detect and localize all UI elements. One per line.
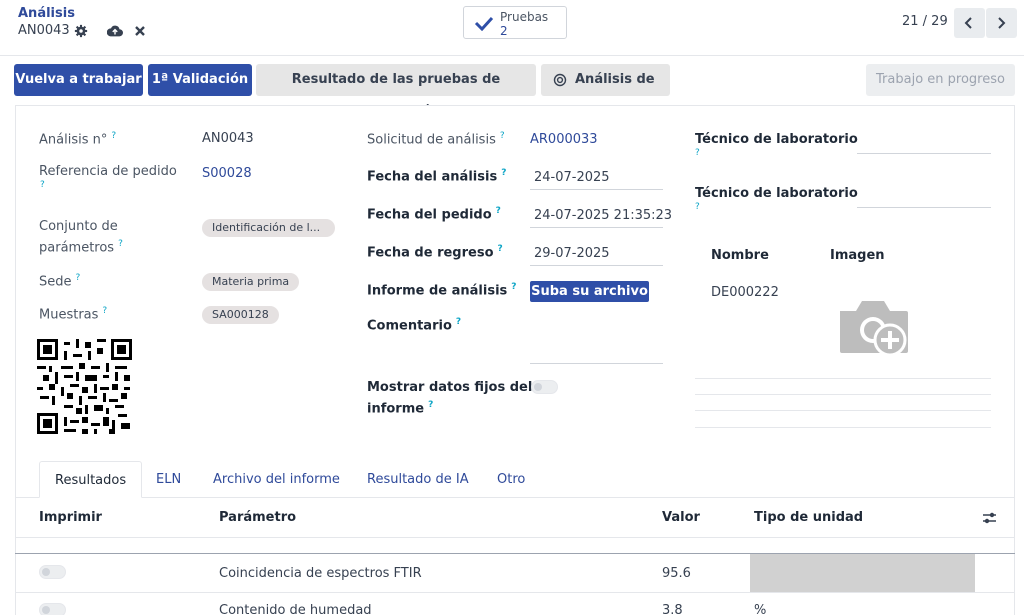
equipment-name[interactable]: DE000222 [711, 285, 779, 300]
value-cell[interactable]: 3.8 [662, 603, 683, 615]
return-date-field[interactable]: 29-07-2025 [534, 246, 610, 261]
tests-smart-button[interactable]: Pruebas 2 [463, 6, 567, 39]
col-parameter[interactable]: Parámetro [219, 510, 296, 525]
check-icon [474, 16, 494, 31]
row-divider [695, 394, 991, 395]
unit-cell[interactable] [750, 554, 975, 592]
chevron-left-icon [964, 17, 972, 29]
pager-previous-button[interactable] [954, 8, 985, 38]
technician1-field[interactable] [857, 153, 991, 154]
ai-analysis-button[interactable]: Análisis de IA [541, 64, 670, 119]
breadcrumb[interactable]: Análisis [18, 6, 75, 21]
technician2-label: Técnico de laboratorio [695, 186, 858, 201]
field-underline [530, 227, 663, 228]
equipment-col-name: Nombre [711, 248, 769, 263]
parameter-cell[interactable]: Contenido de humedad [219, 603, 372, 615]
row-divider [695, 427, 991, 428]
help-icon[interactable]: ? [693, 148, 700, 164]
order-date-label: Fecha del pedido? [367, 206, 501, 223]
status-work-in-progress[interactable]: Trabajo en progreso [866, 64, 1015, 96]
analysis-no-label: Análisis n°? [39, 131, 117, 148]
smart-button-label: Pruebas [500, 10, 549, 24]
row-divider [695, 410, 991, 411]
pager-next-button[interactable] [986, 8, 1017, 38]
site-tag[interactable]: Materia prima [202, 273, 300, 291]
analysis-no-value: AN0043 [202, 131, 254, 146]
help-icon[interactable]: ? [111, 131, 116, 141]
request-link[interactable]: AR000033 [530, 132, 598, 147]
samples-tag[interactable]: SA000128 [202, 306, 279, 324]
report-label: Informe de análisis? [367, 282, 517, 299]
order-date-field[interactable]: 24-07-2025 21:35:23 [534, 208, 672, 223]
rework-button[interactable]: Vuelva a trabajar [14, 64, 143, 96]
site-label: Sede? [39, 273, 81, 290]
tab-other[interactable]: Otro [482, 461, 540, 498]
first-validation-button[interactable]: 1ª Validación [148, 64, 252, 96]
import-results-button[interactable]: Resultado de las pruebas de importación [256, 64, 536, 119]
help-icon[interactable]: ? [496, 206, 501, 216]
row-divider [15, 592, 1015, 593]
field-underline [530, 189, 663, 190]
help-icon[interactable]: ? [428, 400, 433, 410]
row-divider [695, 378, 991, 379]
tab-ai-result[interactable]: Resultado de IA [352, 461, 484, 498]
pager-value[interactable]: 21 / 29 [902, 14, 948, 29]
help-icon[interactable]: ? [693, 202, 700, 218]
value-cell[interactable]: 95.6 [662, 566, 691, 581]
column-settings-icon[interactable] [982, 511, 997, 525]
help-icon[interactable]: ? [118, 239, 123, 249]
field-underline [530, 265, 663, 266]
camera-add-icon[interactable] [838, 297, 910, 359]
print-toggle[interactable] [39, 565, 66, 579]
parameter-cell[interactable]: Coincidencia de espectros FTIR [219, 566, 422, 581]
analysis-date-label: Fecha del análisis? [367, 168, 507, 185]
request-label: Solicitud de análisis? [367, 131, 505, 148]
top-bar: Análisis AN0043 Pruebas 2 21 / 29 [0, 0, 1024, 56]
help-icon[interactable]: ? [511, 282, 516, 292]
order-ref-label: Referencia de pedido [39, 164, 177, 179]
col-unit-type[interactable]: Tipo de unidad [754, 510, 863, 525]
return-date-label: Fecha de regreso? [367, 244, 503, 261]
header-divider [15, 537, 1015, 538]
help-icon[interactable]: ? [498, 244, 503, 254]
form-sheet [15, 105, 1015, 615]
fixed-data-toggle[interactable] [531, 380, 558, 394]
qr-code-image [37, 339, 132, 434]
unit-cell[interactable]: % [754, 603, 766, 615]
tab-eln[interactable]: ELN [141, 461, 196, 498]
upload-file-button[interactable]: Suba su archivo [530, 281, 649, 302]
help-icon[interactable]: ? [500, 131, 505, 141]
technician1-label: Técnico de laboratorio [695, 132, 858, 147]
equipment-col-image: Imagen [830, 248, 885, 263]
comment-label: Comentario? [367, 317, 462, 334]
help-icon[interactable]: ? [501, 168, 506, 178]
gear-icon[interactable] [74, 24, 88, 38]
order-ref-link[interactable]: S00028 [202, 166, 252, 181]
help-icon[interactable]: ? [76, 273, 81, 283]
comment-field[interactable] [530, 363, 663, 364]
param-set-tag[interactable]: Identificación de l... [202, 219, 335, 237]
print-toggle[interactable] [39, 603, 66, 615]
analysis-date-field[interactable]: 24-07-2025 [534, 170, 610, 185]
smart-button-count: 2 [500, 24, 508, 38]
fixed-data-label-line2: informe? [367, 400, 434, 417]
close-icon[interactable] [134, 24, 146, 38]
cloud-upload-icon[interactable] [107, 24, 123, 38]
col-value[interactable]: Valor [662, 510, 700, 525]
record-name: AN0043 [18, 23, 70, 38]
chevron-right-icon [998, 17, 1006, 29]
help-icon[interactable]: ? [38, 180, 45, 196]
fixed-data-label-line1: Mostrar datos fijos del [367, 380, 533, 395]
samples-label: Muestras? [39, 306, 108, 323]
help-icon[interactable]: ? [456, 317, 461, 327]
tab-results[interactable]: Resultados [39, 461, 143, 498]
param-set-label-line1: Conjunto de [39, 219, 118, 234]
col-print[interactable]: Imprimir [39, 510, 102, 525]
param-set-label-line2: parámetros? [39, 239, 123, 256]
openai-icon [553, 73, 567, 87]
help-icon[interactable]: ? [102, 306, 107, 316]
technician2-field[interactable] [857, 207, 991, 208]
tab-report-file[interactable]: Archivo del informe [198, 461, 355, 498]
